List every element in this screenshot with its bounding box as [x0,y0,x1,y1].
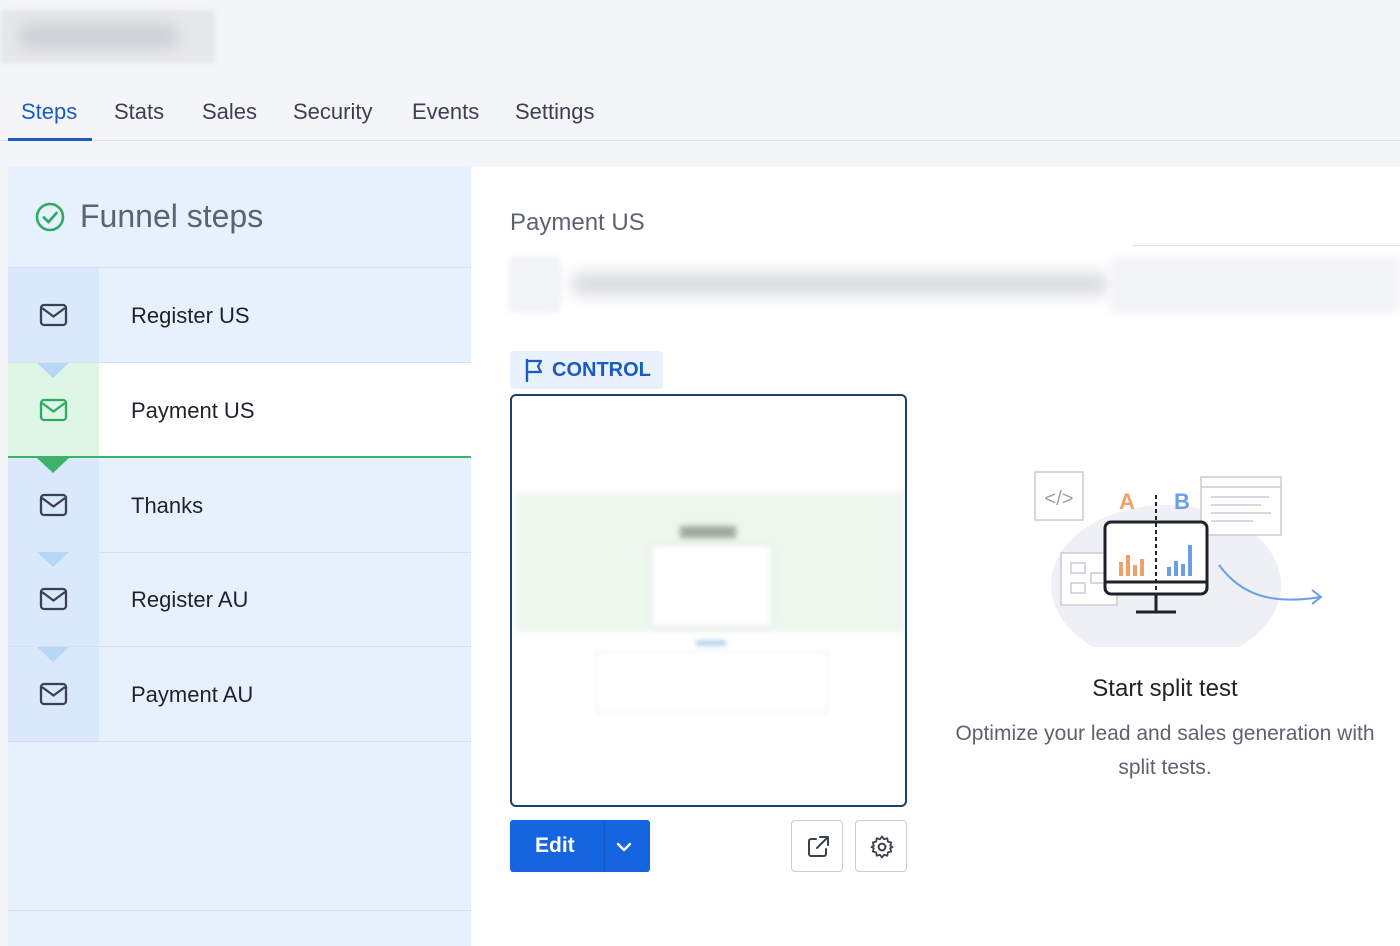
gear-icon [870,835,894,859]
blurred-area [1110,257,1400,313]
check-circle-icon [35,202,65,232]
split-test-title: Start split test [1092,675,1238,702]
step-label: Register AU [131,587,249,612]
tab-security[interactable]: Security [293,99,372,125]
blurred-button [510,257,560,312]
envelope-icon [39,303,68,327]
page-title: Payment US [510,209,645,236]
label-a: A [1119,489,1135,514]
sidebar-header: Funnel steps [8,167,471,268]
settings-button[interactable] [855,820,907,872]
blurred-url-bar [510,257,1400,313]
step-icon-column [8,268,99,362]
envelope-icon [39,398,68,422]
preview-link [696,640,726,646]
step-connector-arrow [37,647,69,662]
step-connector-arrow [37,458,69,473]
preview-title [680,526,736,538]
funnel-steps-sidebar: Funnel steps Register US Payment US Than… [8,167,471,946]
page-preview-thumbnail[interactable] [510,394,907,807]
tab-sales[interactable]: Sales [202,99,257,125]
step-label: Register US [131,303,250,328]
envelope-icon [39,682,68,706]
step-thanks[interactable]: Thanks [8,458,471,553]
preview-card [652,546,770,626]
envelope-icon [39,587,68,611]
tab-steps[interactable]: Steps [21,99,77,125]
open-external-button[interactable] [791,820,843,872]
button-separator [604,820,605,872]
step-register-us[interactable]: Register US [8,268,471,363]
svg-text:</>: </> [1045,488,1074,510]
tab-settings[interactable]: Settings [515,99,595,125]
step-label: Payment US [131,398,255,423]
control-badge: CONTROL [510,351,663,389]
sidebar-divider [8,910,471,911]
step-connector-arrow [37,363,69,378]
tab-events[interactable]: Events [412,99,479,125]
divider [1133,245,1400,246]
tab-bar: Steps Stats Sales Security Events Settin… [0,86,1400,141]
label-b: B [1174,489,1190,514]
edit-label: Edit [535,834,575,857]
flag-icon [525,358,543,382]
step-register-au[interactable]: Register AU [8,552,471,647]
external-link-icon [808,836,829,857]
tab-stats[interactable]: Stats [114,99,164,125]
blurred-url [570,273,1110,295]
chevron-down-icon[interactable] [614,837,634,857]
step-label: Payment AU [131,682,254,707]
step-label: Thanks [131,493,204,518]
active-tab-indicator [8,138,92,141]
split-test-description: Optimize your lead and sales generation … [955,722,1375,779]
step-detail-panel: Payment US CONTROL Edit </> A B Start sp… [471,167,1400,946]
envelope-icon [39,493,68,517]
control-label: CONTROL [552,358,651,381]
split-test-illustration: </> A B [1034,471,1323,647]
step-payment-us[interactable]: Payment US [8,363,471,458]
blurred-logo [0,10,215,63]
step-connector-arrow [37,552,69,567]
sidebar-title: Funnel steps [80,198,264,234]
preview-table [596,651,828,713]
step-payment-au[interactable]: Payment AU [8,647,471,742]
edit-button[interactable]: Edit [510,820,650,872]
